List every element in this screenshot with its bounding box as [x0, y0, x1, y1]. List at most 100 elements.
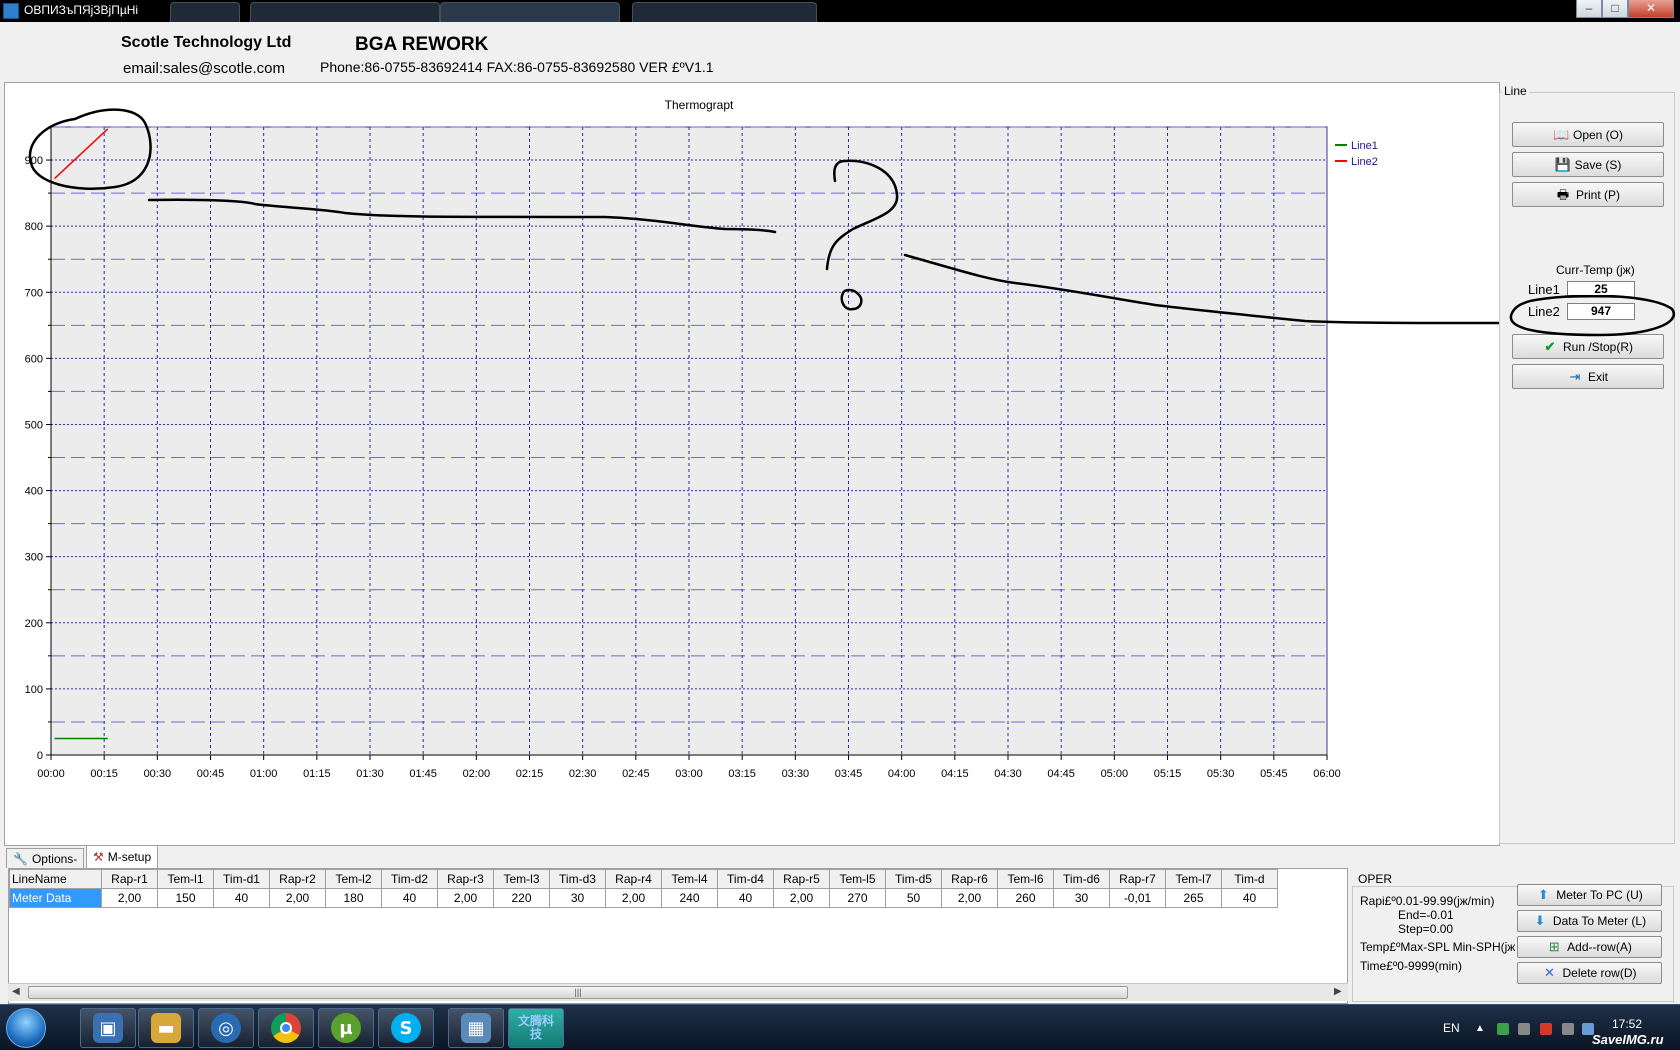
scroll-right-icon[interactable]: ▶: [1334, 986, 1342, 997]
column-header[interactable]: Rap-r1: [101, 869, 158, 889]
column-header[interactable]: Tim-d1: [213, 869, 270, 889]
exit-button[interactable]: ⇥ Exit: [1512, 364, 1664, 389]
table-cell[interactable]: 265: [1165, 888, 1222, 908]
temp-info-text: Temp£ºMax-SPL Min-SPH(јж: [1360, 940, 1516, 954]
column-header[interactable]: Rap-r5: [773, 869, 830, 889]
taskbar-app-utorrent[interactable]: µ: [318, 1008, 374, 1048]
column-header[interactable]: Rap-r2: [269, 869, 326, 889]
save-button[interactable]: 💾 Save (S): [1512, 152, 1664, 177]
background-tab[interactable]: [250, 2, 440, 22]
table-cell[interactable]: 270: [829, 888, 886, 908]
delete-row-button[interactable]: ✕ Delete row(D): [1517, 962, 1662, 984]
tab-options-label: Options-: [31, 851, 78, 866]
add-row-button[interactable]: ⊞ Add--row(A): [1517, 936, 1662, 958]
x-tick-label: 04:15: [941, 768, 969, 780]
column-header[interactable]: Rap-r6: [941, 869, 998, 889]
table-cell[interactable]: 2,00: [437, 888, 494, 908]
x-tick-label: 00:30: [144, 768, 172, 780]
table-cell[interactable]: 150: [157, 888, 214, 908]
y-tick-label: 900: [25, 155, 43, 167]
column-header[interactable]: Tim-d5: [885, 869, 942, 889]
row-header-cell[interactable]: Meter Data: [9, 888, 102, 908]
thermograph-chart: Thermograpt 0 100 200 300 400 500 600 700 800 900 0…: [25, 98, 1499, 780]
background-tab[interactable]: [170, 2, 240, 22]
column-header[interactable]: Tim-d2: [381, 869, 438, 889]
column-header[interactable]: Tem-l4: [661, 869, 718, 889]
column-header[interactable]: Tim-d: [1221, 869, 1278, 889]
maximize-button[interactable]: □: [1602, 0, 1628, 18]
table-row[interactable]: Meter Data 2,00 150 40 2,00 180 40 2,00 220 30 2,0…: [9, 888, 1278, 908]
background-tab[interactable]: [440, 2, 620, 22]
table-cell[interactable]: 180: [325, 888, 382, 908]
minimize-button[interactable]: –: [1576, 0, 1602, 18]
start-button[interactable]: [6, 1008, 46, 1048]
column-header[interactable]: Tem-l5: [829, 869, 886, 889]
y-tick-label: 400: [25, 486, 43, 498]
data-to-meter-button[interactable]: ⬇ Data To Meter (L): [1517, 910, 1662, 932]
clock[interactable]: 17:52: [1612, 1017, 1642, 1031]
table-cell[interactable]: 2,00: [773, 888, 830, 908]
tray-volume-icon[interactable]: [1540, 1023, 1552, 1035]
taskbar-app-network[interactable]: ▣: [80, 1008, 136, 1048]
table-cell[interactable]: 2,00: [101, 888, 158, 908]
table-cell[interactable]: 40: [381, 888, 438, 908]
table-cell[interactable]: 40: [1221, 888, 1278, 908]
column-header[interactable]: Tem-l1: [157, 869, 214, 889]
x-tick-label: 04:45: [1047, 768, 1075, 780]
table-cell[interactable]: 2,00: [605, 888, 662, 908]
column-header[interactable]: Tim-d3: [549, 869, 606, 889]
column-header[interactable]: Tim-d4: [717, 869, 774, 889]
bga-app-label: 文腾科技: [517, 1014, 554, 1041]
close-button[interactable]: ✕: [1628, 0, 1674, 18]
table-cell[interactable]: 2,00: [269, 888, 326, 908]
browser-icon: ◎: [211, 1013, 241, 1043]
tab-options[interactable]: 🔧 Options-: [6, 848, 85, 868]
legend-label: Line2: [1351, 156, 1378, 168]
table-cell[interactable]: 40: [213, 888, 270, 908]
chrome-icon: [271, 1013, 301, 1043]
meter-to-pc-button[interactable]: ⬆ Meter To PC (U): [1517, 884, 1662, 906]
table-cell[interactable]: 220: [493, 888, 550, 908]
table-cell[interactable]: 240: [661, 888, 718, 908]
scroll-thumb[interactable]: |||: [28, 986, 1128, 999]
table-cell[interactable]: 50: [885, 888, 942, 908]
table-cell[interactable]: 260: [997, 888, 1054, 908]
scroll-left-icon[interactable]: ◀: [12, 986, 20, 997]
table-cell[interactable]: 30: [1053, 888, 1110, 908]
tray-arrow-icon[interactable]: ▲: [1475, 1023, 1487, 1035]
table-cell[interactable]: 2,00: [941, 888, 998, 908]
column-header[interactable]: Tem-l7: [1165, 869, 1222, 889]
taskbar-app-bga-rework[interactable]: 文腾科技: [508, 1008, 564, 1048]
column-header[interactable]: LineName: [9, 869, 102, 889]
horizontal-scrollbar[interactable]: ◀ ||| ▶: [8, 983, 1348, 1001]
tray-network-icon[interactable]: [1518, 1023, 1530, 1035]
table-cell[interactable]: -0,01: [1109, 888, 1166, 908]
tray-battery-icon[interactable]: [1562, 1023, 1574, 1035]
open-button[interactable]: 📖 Open (O): [1512, 122, 1664, 147]
print-button-label: Print (P): [1575, 187, 1620, 202]
taskbar-app-explorer[interactable]: ▬: [138, 1008, 194, 1048]
legend-label: Line1: [1351, 140, 1378, 152]
table-cell[interactable]: 40: [717, 888, 774, 908]
column-header[interactable]: Tim-d6: [1053, 869, 1110, 889]
taskbar-app-control[interactable]: ▦: [448, 1008, 504, 1048]
folder-icon: ▬: [151, 1013, 181, 1043]
taskbar-app-chrome[interactable]: [258, 1008, 314, 1048]
print-button[interactable]: 🖶 Print (P): [1512, 182, 1664, 207]
y-tick-label: 100: [25, 684, 43, 696]
language-indicator[interactable]: EN: [1443, 1021, 1460, 1035]
column-header[interactable]: Tem-l6: [997, 869, 1054, 889]
tray-security-icon[interactable]: [1497, 1023, 1509, 1035]
background-tab[interactable]: [632, 2, 817, 22]
column-header[interactable]: Rap-r7: [1109, 869, 1166, 889]
table-cell[interactable]: 30: [549, 888, 606, 908]
column-header[interactable]: Rap-r3: [437, 869, 494, 889]
y-tick-label: 600: [25, 353, 43, 365]
exit-button-label: Exit: [1587, 369, 1608, 384]
tab-msetup[interactable]: ⚒ M-setup: [86, 845, 159, 868]
taskbar-app-browser[interactable]: ◎: [198, 1008, 254, 1048]
column-header[interactable]: Tem-l3: [493, 869, 550, 889]
column-header[interactable]: Tem-l2: [325, 869, 382, 889]
column-header[interactable]: Rap-r4: [605, 869, 662, 889]
taskbar-app-skype[interactable]: S: [378, 1008, 434, 1048]
